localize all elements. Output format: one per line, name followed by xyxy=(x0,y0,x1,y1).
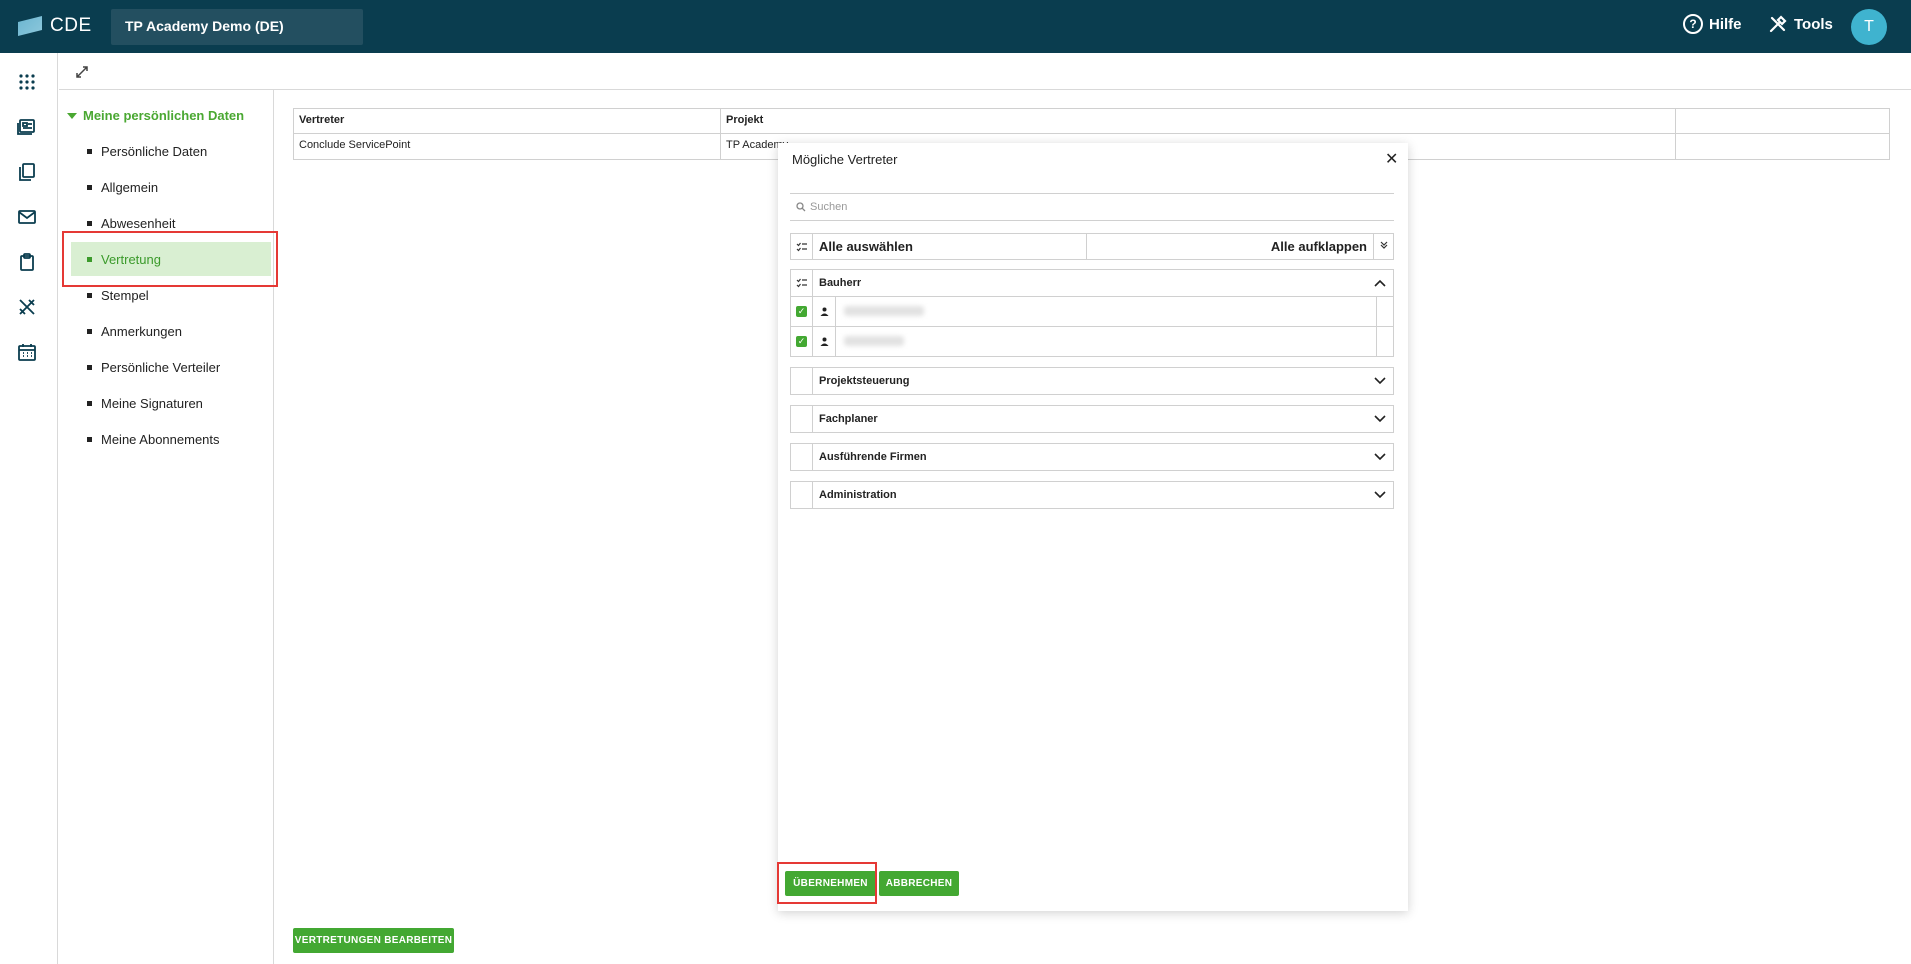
representatives-dialog: Mögliche Vertreter ✕ Suchen Alle auswähl… xyxy=(778,143,1408,911)
list-item[interactable]: ✓ xyxy=(790,297,1394,327)
bullet-icon xyxy=(87,436,92,442)
chevron-up-icon[interactable] xyxy=(1371,274,1389,292)
nav-item-allgemein[interactable]: Allgemein xyxy=(71,170,271,204)
caret-down-icon xyxy=(67,112,77,119)
double-chevron-down-icon[interactable] xyxy=(1374,241,1393,252)
dashboard-icon[interactable] xyxy=(17,117,37,137)
nav-item-label: Meine Signaturen xyxy=(101,395,203,411)
help-label: Hilfe xyxy=(1709,15,1742,33)
edit-representatives-button[interactable]: VERTRETUNGEN BEARBEITEN xyxy=(293,928,454,953)
tools-label: Tools xyxy=(1794,15,1833,33)
nav-item-label: Anmerkungen xyxy=(101,323,182,339)
bullet-icon xyxy=(87,400,92,406)
cancel-button[interactable]: ABBRECHEN xyxy=(879,871,959,896)
search-placeholder: Suchen xyxy=(810,201,848,213)
nav-item-meine-signaturen[interactable]: Meine Signaturen xyxy=(71,386,271,420)
member-name-redacted xyxy=(835,327,1377,356)
checklist-icon[interactable] xyxy=(791,270,813,296)
nav-item-label: Persönliche Verteiler xyxy=(101,359,221,375)
group-label: Administration xyxy=(819,489,897,501)
nav-item-meine-abonnements[interactable]: Meine Abonnements xyxy=(71,422,271,456)
expand-icon[interactable] xyxy=(75,65,89,79)
chevron-down-icon[interactable] xyxy=(1371,372,1389,390)
content-toolbar xyxy=(59,53,1911,90)
settings-nav: Meine persönlichen Daten Persönliche Dat… xyxy=(59,90,274,964)
nav-item-anmerkungen[interactable]: Anmerkungen xyxy=(71,314,271,348)
help-circle-icon: ? xyxy=(1683,14,1703,34)
chevron-down-icon[interactable] xyxy=(1371,448,1389,466)
chevron-down-icon[interactable] xyxy=(1371,410,1389,428)
documents-icon[interactable] xyxy=(17,162,37,182)
nav-item-persoenliche-verteiler[interactable]: Persönliche Verteiler xyxy=(71,350,271,384)
chevron-down-icon[interactable] xyxy=(1371,486,1389,504)
mail-icon[interactable] xyxy=(17,207,37,227)
nav-item-label: Allgemein xyxy=(101,179,159,195)
select-all-row: Alle auswählen Alle aufklappen xyxy=(790,233,1394,260)
logo-text: CDE xyxy=(50,15,92,36)
person-icon xyxy=(813,337,835,346)
group-label: Bauherr xyxy=(819,277,862,289)
help-button[interactable]: ? Hilfe xyxy=(1683,14,1742,34)
bullet-icon xyxy=(87,184,92,190)
bullet-icon xyxy=(87,364,92,370)
highlight-annotation-vertretung xyxy=(62,231,278,287)
group-bauherr[interactable]: Bauherr xyxy=(790,269,1394,297)
select-all-button[interactable]: Alle auswählen xyxy=(813,234,1087,259)
group-label: Projektsteuerung xyxy=(819,375,910,387)
nav-item-label: Abwesenheit xyxy=(101,215,176,231)
calendar-icon[interactable] xyxy=(17,342,37,362)
checkmark-icon: ✓ xyxy=(796,336,807,347)
project-selector[interactable]: TP Academy Demo (DE) xyxy=(111,9,363,45)
tools-icon[interactable] xyxy=(17,297,37,317)
member-checkbox[interactable]: ✓ xyxy=(791,327,813,356)
search-icon xyxy=(796,202,806,212)
group-checkbox[interactable] xyxy=(791,406,813,432)
search-input[interactable]: Suchen xyxy=(790,193,1394,221)
expand-all-button[interactable]: Alle aufklappen xyxy=(1087,234,1374,259)
group-administration[interactable]: Administration xyxy=(790,481,1394,509)
cell-vertreter: Conclude ServicePoint xyxy=(294,134,721,159)
group-label: Ausführende Firmen xyxy=(819,451,927,463)
person-icon xyxy=(813,307,835,316)
nav-item-label: Stempel xyxy=(101,287,149,303)
apps-grid-icon[interactable] xyxy=(17,72,37,92)
clipboard-icon[interactable] xyxy=(17,252,37,272)
group-label: Fachplaner xyxy=(819,413,878,425)
bullet-icon xyxy=(87,220,92,226)
highlight-annotation-apply xyxy=(777,862,877,904)
icon-rail xyxy=(0,53,58,964)
group-checkbox[interactable] xyxy=(791,482,813,508)
nav-section-title: Meine persönlichen Daten xyxy=(83,108,245,123)
wrench-hammer-icon xyxy=(1769,15,1787,33)
table-header-row: Vertreter Projekt xyxy=(294,109,1889,134)
group-ausfuehrende-firmen[interactable]: Ausführende Firmen xyxy=(790,443,1394,471)
column-header-vertreter[interactable]: Vertreter xyxy=(294,109,721,133)
group-checkbox[interactable] xyxy=(791,368,813,394)
member-checkbox[interactable]: ✓ xyxy=(791,297,813,326)
bullet-icon xyxy=(87,328,92,334)
checkmark-icon: ✓ xyxy=(796,306,807,317)
bullet-icon xyxy=(87,148,92,154)
nav-section-header[interactable]: Meine persönlichen Daten xyxy=(67,108,244,123)
checklist-icon[interactable] xyxy=(791,234,813,259)
dialog-title: Mögliche Vertreter xyxy=(792,152,898,167)
logo-mark-icon xyxy=(18,16,42,36)
app-logo[interactable]: CDE xyxy=(18,15,92,37)
close-icon[interactable]: ✕ xyxy=(1385,149,1398,169)
list-item[interactable]: ✓ xyxy=(790,327,1394,357)
column-header-projekt[interactable]: Projekt xyxy=(721,109,1676,133)
cell-empty xyxy=(1676,134,1889,159)
group-fachplaner[interactable]: Fachplaner xyxy=(790,405,1394,433)
group-projektsteuerung[interactable]: Projektsteuerung xyxy=(790,367,1394,395)
tools-button[interactable]: Tools xyxy=(1768,14,1833,34)
nav-item-label: Persönliche Daten xyxy=(101,143,208,159)
member-name-redacted xyxy=(835,297,1377,326)
bullet-icon xyxy=(87,292,92,298)
user-avatar[interactable]: T xyxy=(1851,9,1887,45)
top-bar: CDE TP Academy Demo (DE) ? Hilfe Tools T xyxy=(0,0,1911,53)
group-checkbox[interactable] xyxy=(791,444,813,470)
column-header-empty xyxy=(1676,109,1889,133)
nav-item-label: Meine Abonnements xyxy=(101,431,220,447)
nav-item-persoenliche-daten[interactable]: Persönliche Daten xyxy=(71,134,271,168)
